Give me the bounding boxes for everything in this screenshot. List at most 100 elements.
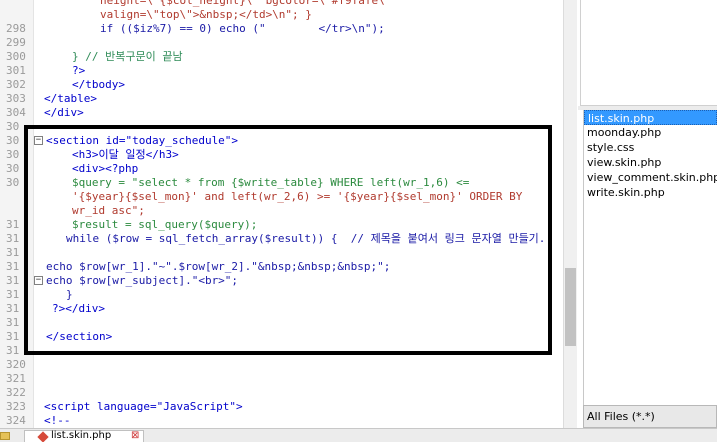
code-line[interactable]: 30 $query = "select * from {$write_table}… <box>0 176 563 190</box>
code-line[interactable]: '{$year}{$sel_mon}' and left(wr_2,6) >= … <box>0 190 563 204</box>
code-line[interactable]: 303 </table> <box>0 92 563 106</box>
code-text: </section> <box>46 330 113 343</box>
code-line[interactable]: 301 ?> <box>0 64 563 78</box>
line-number: 302 <box>6 78 26 91</box>
line-number: 30 <box>6 162 20 175</box>
file-list-item[interactable]: moonday.php <box>584 125 717 140</box>
editor-vertical-scrollbar[interactable] <box>563 0 577 428</box>
line-number: 321 <box>6 372 26 385</box>
line-number: 31 <box>6 274 20 287</box>
code-line[interactable]: height=\"{$col_height}\" bgcolor=\"#f9fa… <box>0 0 563 8</box>
code-line[interactable]: 31 ?></div> <box>0 302 563 316</box>
file-filter-select[interactable]: All Files (*.*) <box>583 405 717 428</box>
code-text: echo $row[wr_1]."~".$row[wr_2]."&nbsp;&n… <box>46 260 391 273</box>
line-number: 30 <box>6 134 20 147</box>
line-number: 300 <box>6 50 26 63</box>
code-line[interactable]: 30 <div><?php <box>0 162 563 176</box>
file-list-item[interactable]: list.skin.php <box>584 110 717 125</box>
code-line[interactable]: 304 </div> <box>0 106 563 120</box>
file-list-item[interactable]: write.skin.php <box>584 185 717 200</box>
line-number: 323 <box>6 400 26 413</box>
line-number: 31 <box>6 218 20 231</box>
code-text: $query = "select * from {$write_table} W… <box>72 176 470 189</box>
code-line[interactable]: 31 <box>0 316 563 330</box>
code-text: valign=\"top\">&nbsp;</td>\n"; } <box>100 8 312 21</box>
code-line[interactable]: 324 <!-- <box>0 414 563 428</box>
code-line[interactable]: 30 <box>0 120 563 134</box>
code-line[interactable]: 302 </tbody> <box>0 78 563 92</box>
code-line[interactable]: valign=\"top\">&nbsp;</td>\n"; } <box>0 8 563 22</box>
line-number: 30 <box>6 120 20 133</box>
line-number: 31 <box>6 330 20 343</box>
code-text: $result = sql_query($query); <box>72 218 258 231</box>
code-text: <h3>이달 일정</h3> <box>72 148 179 161</box>
code-line[interactable]: 298 if (($iz%7) == 0) echo (" </tr>\n"); <box>0 22 563 36</box>
line-number: 324 <box>6 414 26 427</box>
tab-list-skin-php[interactable]: list.skin.php ⊠ <box>24 430 144 442</box>
code-line[interactable]: 300 } // 반복구문이 끝남 <box>0 50 563 64</box>
line-number: 30 <box>6 148 20 161</box>
line-number: 31 <box>6 260 20 273</box>
line-number: 30 <box>6 176 20 189</box>
file-list-item[interactable]: view.skin.php <box>584 155 717 170</box>
fold-toggle-icon[interactable]: − <box>34 136 43 145</box>
code-text: ?></div> <box>52 302 105 315</box>
code-text: '{$year}{$sel_mon}' and left(wr_2,6) >= … <box>72 190 523 203</box>
code-line[interactable]: 31 − echo $row[wr_subject]."<br>"; <box>0 274 563 288</box>
code-text: <!-- <box>44 414 71 427</box>
code-line[interactable]: 31 <box>0 344 563 358</box>
code-line[interactable]: 320 <box>0 358 563 372</box>
code-text: </tbody> <box>72 78 125 91</box>
file-list[interactable]: list.skin.php moonday.php style.css view.sk… <box>583 110 717 405</box>
scrollbar-thumb[interactable] <box>565 268 576 346</box>
code-line[interactable]: 31 <box>0 246 563 260</box>
tab-label: list.skin.php <box>51 430 112 441</box>
code-line[interactable]: 31 while ($row = sql_fetch_array($result)… <box>0 232 563 246</box>
fold-toggle-icon[interactable]: − <box>34 276 43 285</box>
line-number: 303 <box>6 92 26 105</box>
code-text: if (($iz%7) == 0) echo (" </tr>\n"); <box>100 22 385 35</box>
file-list-item[interactable]: style.css <box>584 140 717 155</box>
line-number: 31 <box>6 344 20 357</box>
file-modified-icon <box>37 431 49 442</box>
code-line[interactable]: 31} <box>0 288 563 302</box>
line-number: 320 <box>6 358 26 371</box>
code-text: height=\"{$col_height}\" bgcolor=\"#f9fa… <box>100 0 392 7</box>
line-number: 301 <box>6 64 26 77</box>
line-number: 31 <box>6 316 20 329</box>
code-line[interactable]: wr_id asc"; <box>0 204 563 218</box>
code-text: <div><?php <box>72 162 139 175</box>
code-line[interactable]: 30 − <section id="today_schedule"> <box>0 134 563 148</box>
line-number: 299 <box>6 36 26 49</box>
line-number: 31 <box>6 302 20 315</box>
file-list-item[interactable]: view_comment.skin.php <box>584 170 717 185</box>
code-text: <section id="today_schedule"> <box>46 134 239 147</box>
line-number: 31 <box>6 288 20 301</box>
code-text: echo $row[wr_subject]."<br>"; <box>46 274 239 287</box>
code-text: </div> <box>44 106 84 119</box>
code-text: <script language="JavaScript"> <box>44 400 243 413</box>
code-editor[interactable]: height=\"{$col_height}\" bgcolor=\"#f9fa… <box>0 0 563 428</box>
code-text: ?> <box>72 64 86 77</box>
code-line[interactable]: 322 <box>0 386 563 400</box>
code-line[interactable]: 31 </section> <box>0 330 563 344</box>
code-line[interactable]: 31 echo $row[wr_1]."~".$row[wr_2]."&nbsp;… <box>0 260 563 274</box>
close-icon[interactable]: ⊠ <box>131 430 139 441</box>
code-line[interactable]: 30 <h3>이달 일정</h3> <box>0 148 563 162</box>
code-line[interactable]: 299 <box>0 36 563 50</box>
line-number: 31 <box>6 246 20 259</box>
code-text: </table> <box>44 92 97 105</box>
code-text: } // 반복구문이 끝남 <box>72 50 183 63</box>
folder-icon[interactable] <box>0 432 10 440</box>
code-line[interactable]: 323 <script language="JavaScript"> <box>0 400 563 414</box>
document-tab-bar: list.skin.php ⊠ <box>0 428 717 442</box>
code-text: while ($row = sql_fetch_array($result)) … <box>66 232 553 245</box>
line-number: 298 <box>6 22 26 35</box>
line-number: 322 <box>6 386 26 399</box>
code-line[interactable]: 321 <box>0 372 563 386</box>
folder-panel <box>580 0 717 106</box>
line-number: 31 <box>6 232 20 245</box>
line-number: 304 <box>6 106 26 119</box>
code-line[interactable]: 31 $result = sql_query($query); <box>0 218 563 232</box>
code-text: } <box>66 288 73 301</box>
